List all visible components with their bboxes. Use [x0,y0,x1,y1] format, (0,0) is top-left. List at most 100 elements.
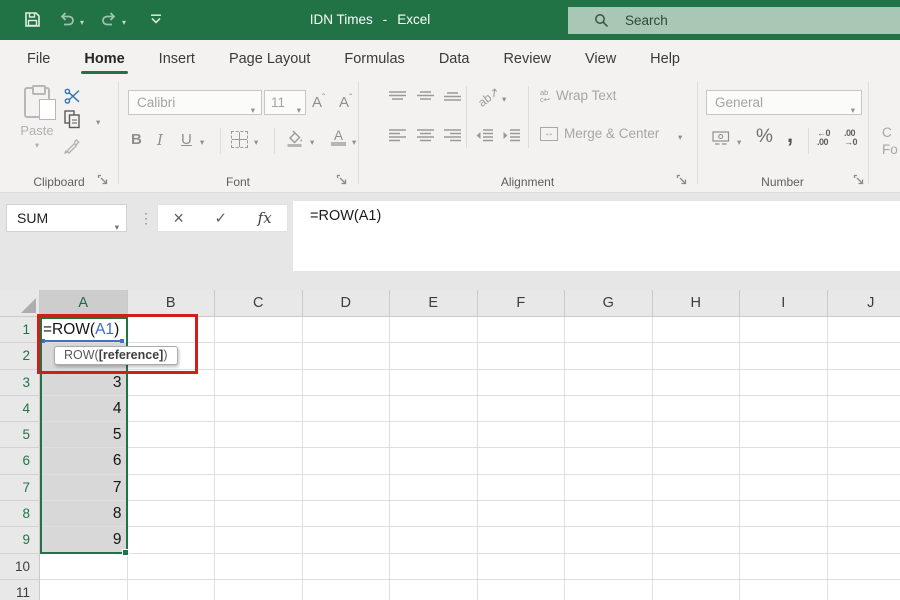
row-header-9[interactable]: 9 [0,527,40,553]
cell-D1[interactable] [303,317,391,343]
name-box[interactable]: SUM ▾ [6,204,127,232]
cell-J5[interactable] [828,422,900,448]
formula-bar-drag-dots[interactable]: ⋮ [139,210,153,227]
borders-dropdown[interactable]: ▾ [254,137,258,148]
cell-C6[interactable] [215,448,303,474]
cell-E1[interactable] [390,317,478,343]
cell-C4[interactable] [215,396,303,422]
select-all-button[interactable] [0,290,40,317]
cell-E5[interactable] [390,422,478,448]
align-top-button[interactable] [388,90,407,109]
cell-E10[interactable] [390,554,478,580]
column-header-G[interactable]: G [565,290,653,317]
number-dialog-launcher[interactable] [853,172,865,184]
accounting-format-button[interactable] [712,131,730,151]
cell-B8[interactable] [128,501,216,527]
cell-J8[interactable] [828,501,900,527]
cell-C11[interactable] [215,580,303,600]
cell-E8[interactable] [390,501,478,527]
cell-G11[interactable] [565,580,653,600]
cell-H7[interactable] [653,475,741,501]
tab-view[interactable]: View [568,40,633,78]
row-header-11[interactable]: 11 [0,580,40,600]
cell-B11[interactable] [128,580,216,600]
tab-file[interactable]: File [10,40,67,78]
cell-A8[interactable]: 8 [40,501,128,527]
increase-indent-button[interactable] [502,128,521,148]
save-button[interactable] [24,11,41,28]
cell-D6[interactable] [303,448,391,474]
cell-B3[interactable] [128,370,216,396]
row-header-5[interactable]: 5 [0,422,40,448]
bold-button[interactable]: B [131,131,142,148]
column-header-J[interactable]: J [828,290,900,317]
cell-H9[interactable] [653,527,741,553]
font-size-dropdown[interactable]: ▾ [297,99,301,122]
undo-dropdown[interactable]: ▾ [80,18,84,27]
cell-B4[interactable] [128,396,216,422]
row-header-7[interactable]: 7 [0,475,40,501]
cell-A11[interactable] [40,580,128,600]
cell-C10[interactable] [215,554,303,580]
cell-B5[interactable] [128,422,216,448]
tab-insert[interactable]: Insert [142,40,212,78]
search-box[interactable]: Search [568,7,900,34]
font-dialog-launcher[interactable] [336,172,348,184]
number-format-combo[interactable]: General ▾ [706,90,862,115]
cell-I3[interactable] [740,370,828,396]
fill-color-button[interactable] [285,129,305,153]
decrease-decimal-button[interactable]: .00→0 [844,129,857,147]
copy-dropdown[interactable]: ▾ [96,117,100,128]
cell-H4[interactable] [653,396,741,422]
percent-style-button[interactable]: % [756,126,773,148]
cell-H5[interactable] [653,422,741,448]
cell-D5[interactable] [303,422,391,448]
cell-E7[interactable] [390,475,478,501]
redo-dropdown[interactable]: ▾ [122,18,126,27]
row-header-10[interactable]: 10 [0,554,40,580]
cell-F6[interactable] [478,448,566,474]
column-header-C[interactable]: C [215,290,303,317]
cell-A4[interactable]: 4 [40,396,128,422]
cell-I5[interactable] [740,422,828,448]
cell-H3[interactable] [653,370,741,396]
cell-I9[interactable] [740,527,828,553]
cell-B6[interactable] [128,448,216,474]
cell-F8[interactable] [478,501,566,527]
column-header-E[interactable]: E [390,290,478,317]
enter-button[interactable]: ✓ [214,209,227,227]
cell-D11[interactable] [303,580,391,600]
font-color-dropdown[interactable]: ▾ [352,137,356,148]
font-name-dropdown[interactable]: ▾ [251,99,255,122]
cell-A9[interactable]: 9 [40,527,128,553]
font-name-combo[interactable]: Calibri ▾ [128,90,262,115]
cell-I6[interactable] [740,448,828,474]
font-color-button[interactable]: A [331,129,346,146]
cell-H8[interactable] [653,501,741,527]
align-middle-button[interactable] [416,90,435,109]
cell-E11[interactable] [390,580,478,600]
cell-D9[interactable] [303,527,391,553]
orientation-button[interactable]: ab↗ [475,84,502,109]
cell-D3[interactable] [303,370,391,396]
cell-J9[interactable] [828,527,900,553]
cell-C5[interactable] [215,422,303,448]
cell-I10[interactable] [740,554,828,580]
column-header-D[interactable]: D [303,290,391,317]
cell-F7[interactable] [478,475,566,501]
cell-D8[interactable] [303,501,391,527]
cell-F11[interactable] [478,580,566,600]
cell-J6[interactable] [828,448,900,474]
increase-font-size-button[interactable]: Aˆ [312,93,325,111]
tab-formulas[interactable]: Formulas [327,40,421,78]
cell-I7[interactable] [740,475,828,501]
cell-E3[interactable] [390,370,478,396]
cell-B1[interactable] [128,317,216,343]
row-header-1[interactable]: 1 [0,317,40,343]
cell-C3[interactable] [215,370,303,396]
cell-J1[interactable] [828,317,900,343]
cell-I11[interactable] [740,580,828,600]
cell-F2[interactable] [478,343,566,369]
cell-I1[interactable] [740,317,828,343]
align-right-button[interactable] [443,128,462,148]
